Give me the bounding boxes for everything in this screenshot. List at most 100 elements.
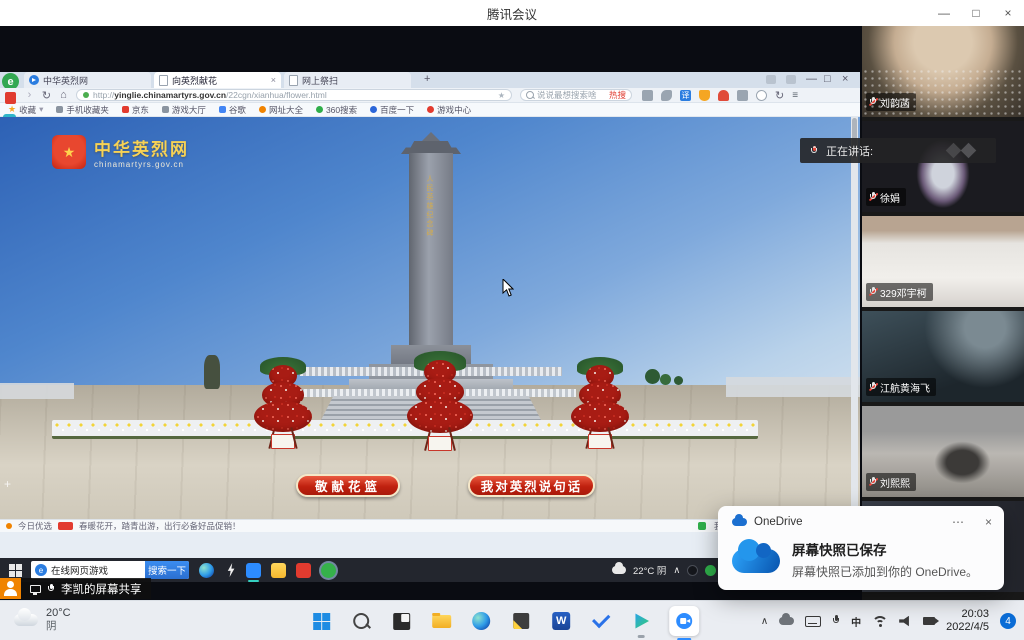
daily-pick-label[interactable]: 今日优选 [18, 520, 52, 532]
notes-app-icon[interactable] [509, 609, 533, 633]
toast-more-button[interactable]: ⋯ [952, 515, 964, 529]
taskbar-clock[interactable]: 20:03 2022/4/5 [946, 608, 989, 634]
file-explorer-icon[interactable] [429, 609, 453, 633]
tab-online-memorial[interactable]: 网上祭扫 [284, 72, 411, 88]
tab-martyrs-home[interactable]: 中华英烈网 [24, 72, 151, 88]
participant-video[interactable]: 徐娟 [862, 121, 1024, 212]
participant-chip: 刘韵菡 [866, 93, 916, 111]
bookmark-game-hall[interactable]: 游戏大厅 [162, 104, 206, 116]
history-icon[interactable]: ↻ [775, 89, 784, 102]
taskbar-weather-widget[interactable]: 20°C 阴 [14, 607, 71, 632]
tencent-video-icon[interactable] [629, 609, 653, 633]
refresh-button[interactable]: ↻ [38, 89, 55, 102]
new-tab-button[interactable]: + [424, 73, 430, 85]
word-icon[interactable]: W [549, 609, 573, 633]
task-view-button[interactable] [389, 609, 413, 633]
apps-grid-icon[interactable] [737, 90, 748, 101]
site-logo[interactable]: ★ 中华英烈网 chinamartyrs.gov.cn [52, 135, 189, 169]
participant-video[interactable]: 329邓宇柯 [862, 216, 1024, 307]
home-button[interactable]: ⌂ [55, 89, 72, 101]
remote-edge-icon[interactable] [199, 563, 214, 578]
touch-keyboard-icon[interactable] [805, 616, 821, 627]
camera-icon[interactable] [923, 617, 935, 625]
onedrive-toast[interactable]: OneDrive ⋯ × 屏幕快照已保存 屏幕快照已添加到你的 OneDrive… [718, 506, 1004, 590]
promo-horn-icon[interactable] [718, 90, 729, 101]
remote-meeting-icon[interactable] [246, 563, 261, 578]
tencent-meeting-icon[interactable] [669, 606, 699, 636]
bookmark-360-search[interactable]: 360搜索 [316, 104, 357, 116]
volume-icon[interactable] [899, 616, 912, 627]
bookmark-jd[interactable]: 京东 [122, 104, 149, 116]
tab-close-icon[interactable]: × [271, 75, 276, 85]
promo-marquee[interactable]: 春暖花开，踏青出游，出行必备好品促销！ [79, 520, 241, 532]
download-tray-icon[interactable] [766, 75, 776, 84]
speak-to-martyrs-button[interactable]: 我对英烈说句话 [468, 474, 595, 497]
participant-video[interactable]: 刘韵菡 [862, 26, 1024, 117]
taskbar-center-icons: W [309, 601, 699, 640]
remote-folder-icon[interactable] [271, 563, 286, 578]
login-avatar-icon[interactable] [756, 90, 767, 101]
tray-mic-icon[interactable] [832, 615, 840, 627]
sharer-avatar-icon[interactable] [0, 578, 21, 599]
remote-search-box[interactable]: e 在线网页游戏 搜索一下 [31, 561, 189, 579]
start-button[interactable] [309, 609, 333, 633]
browser-maximize-button[interactable]: □ [824, 73, 831, 85]
bookmark-phone-favs[interactable]: 手机收藏夹 [56, 104, 109, 116]
forward-button[interactable]: › [21, 89, 38, 101]
maximize-button[interactable]: □ [960, 0, 992, 26]
minimize-button[interactable]: — [928, 0, 960, 26]
flower-basket-left [254, 357, 312, 449]
participant-video[interactable]: 江航黄海飞 [862, 311, 1024, 402]
browser-minimize-button[interactable]: — [806, 73, 817, 85]
check-app-icon[interactable] [589, 609, 613, 633]
remote-weather-label[interactable]: 22°C 阴 [633, 563, 666, 577]
notification-badge[interactable]: 4 [1000, 613, 1016, 629]
split-screen-icon[interactable] [786, 75, 796, 84]
distant-building-right [726, 377, 860, 397]
bookmark-google[interactable]: 谷歌 [219, 104, 246, 116]
remote-tray-dark-icon[interactable] [687, 565, 698, 576]
participant-chip: 329邓宇柯 [866, 283, 933, 301]
toast-close-button[interactable]: × [985, 515, 992, 529]
address-bar[interactable]: http://yinglie.chinamartyrs.gov.cn/22cgn… [76, 89, 512, 101]
hot-search-label[interactable]: 热搜 [609, 89, 626, 101]
tab-favicon [29, 75, 39, 85]
participant-video[interactable]: 刘熙熙 [862, 406, 1024, 497]
browser-close-button[interactable]: × [842, 73, 848, 85]
menu-icon[interactable]: ≡ [792, 90, 798, 101]
clip-icon[interactable] [661, 90, 672, 101]
tray-cloud-icon[interactable] [779, 617, 794, 625]
remote-green-app-icon[interactable] [321, 563, 336, 578]
bookmark-baidu[interactable]: 百度一下 [370, 104, 414, 116]
mic-muted-icon [869, 477, 877, 488]
ime-indicator[interactable]: 中 [851, 614, 861, 629]
speed-mode-ribbon[interactable] [5, 92, 16, 104]
tab-flower-active[interactable]: 向英烈献花 × [154, 72, 281, 88]
toolbar-search-box[interactable]: 说说最想搜索啥 热搜 [520, 89, 632, 101]
present-flower-button[interactable]: 敬献花篮 [296, 474, 400, 497]
globe-icon [259, 106, 266, 113]
tray-chevron-icon[interactable]: ∧ [761, 616, 768, 627]
bookmark-game-center[interactable]: 游戏中心 [427, 104, 471, 116]
titlebar: 腾讯会议 — □ × [0, 0, 1024, 27]
wifi-icon[interactable] [872, 616, 888, 627]
speed-mode-icon[interactable] [83, 92, 89, 98]
remote-red-app-icon[interactable] [296, 563, 311, 578]
mic-muted-icon [869, 382, 877, 393]
remote-start-icon[interactable] [9, 564, 22, 577]
remote-lightning-icon[interactable] [226, 563, 236, 577]
remote-tray-green-icon[interactable] [705, 565, 716, 576]
bookmark-star-icon[interactable]: ★ [498, 91, 505, 100]
bookmark-site-directory[interactable]: 网址大全 [259, 104, 303, 116]
translate-icon[interactable]: 译 [680, 90, 691, 101]
basket-sign [588, 434, 612, 449]
screenshot-icon[interactable] [642, 90, 653, 101]
remote-search-button[interactable]: 搜索一下 [145, 561, 189, 579]
remote-chevron-icon[interactable]: ∧ [673, 565, 680, 576]
page-scrollbar[interactable] [851, 117, 858, 519]
participant-chip: 刘熙熙 [866, 473, 916, 491]
taskbar-search-button[interactable] [349, 609, 373, 633]
shield-icon[interactable] [699, 90, 710, 101]
edge-icon[interactable] [469, 609, 493, 633]
close-button[interactable]: × [992, 0, 1024, 26]
